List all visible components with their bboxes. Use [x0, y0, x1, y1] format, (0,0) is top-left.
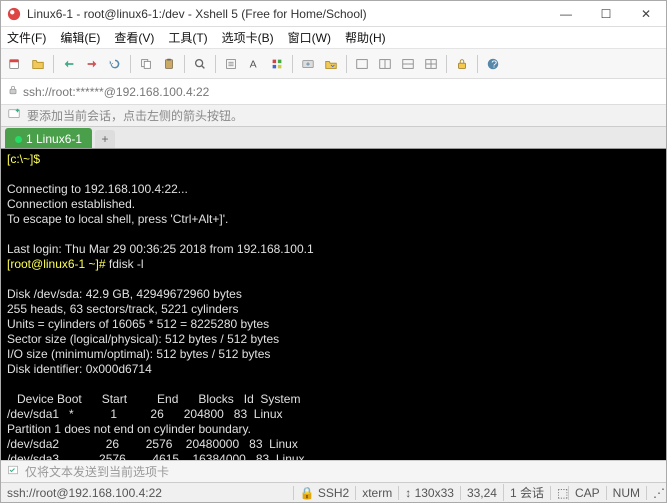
- paste-icon[interactable]: [159, 54, 179, 74]
- status-bar: ssh://root@192.168.100.4:22 🔒 SSH2 xterm…: [1, 482, 666, 502]
- new-tab-button[interactable]: +: [95, 130, 115, 148]
- new-session-icon[interactable]: [5, 54, 25, 74]
- view4-icon[interactable]: [421, 54, 441, 74]
- lock-icon[interactable]: [452, 54, 472, 74]
- transfer-icon[interactable]: [298, 54, 318, 74]
- status-pos: 33,24: [460, 486, 503, 500]
- copy-icon[interactable]: [136, 54, 156, 74]
- tab-linux6-1[interactable]: 1 Linux6-1: [5, 128, 92, 148]
- properties-icon[interactable]: [221, 54, 241, 74]
- menu-edit[interactable]: 编辑(E): [60, 29, 100, 46]
- toolbar-divider: [184, 55, 185, 73]
- connect-icon[interactable]: [59, 54, 79, 74]
- window-title: Linux6-1 - root@linux6-1:/dev - Xshell 5…: [27, 7, 552, 21]
- status-cap: CAP: [568, 486, 606, 500]
- status-dot-icon: [15, 136, 22, 143]
- status-size: ↕ 130x33: [398, 486, 460, 500]
- title-bar: Linux6-1 - root@linux6-1:/dev - Xshell 5…: [1, 1, 666, 27]
- status-scroll: ⬚: [550, 486, 568, 500]
- toolbar: A ?: [1, 49, 666, 79]
- minimize-button[interactable]: —: [552, 7, 580, 21]
- sftp-icon[interactable]: [321, 54, 341, 74]
- menu-bar: 文件(F) 编辑(E) 查看(V) 工具(T) 选项卡(B) 窗口(W) 帮助(…: [1, 27, 666, 49]
- hint-text: 要添加当前会话，点击左侧的箭头按钮。: [27, 107, 243, 124]
- toolbar-divider: [477, 55, 478, 73]
- search-icon[interactable]: [190, 54, 210, 74]
- app-icon: [7, 7, 21, 21]
- status-term: xterm: [355, 486, 398, 500]
- toolbar-divider: [346, 55, 347, 73]
- send-bar-text: 仅将文本发送到当前选项卡: [25, 463, 169, 480]
- status-ssh: 🔒 SSH2: [293, 486, 356, 500]
- maximize-button[interactable]: ☐: [592, 7, 620, 21]
- add-session-icon[interactable]: [7, 107, 21, 124]
- address-text: ssh://root:******@192.168.100.4:22: [23, 85, 209, 99]
- open-icon[interactable]: [28, 54, 48, 74]
- toolbar-divider: [53, 55, 54, 73]
- color-icon[interactable]: [267, 54, 287, 74]
- disconnect-icon[interactable]: [82, 54, 102, 74]
- toolbar-divider: [215, 55, 216, 73]
- view2-icon[interactable]: [375, 54, 395, 74]
- toolbar-divider: [446, 55, 447, 73]
- menu-view[interactable]: 查看(V): [114, 29, 154, 46]
- lock-icon: [7, 84, 19, 99]
- terminal[interactable]: [c:\~]$ Connecting to 192.168.100.4:22..…: [1, 149, 666, 460]
- font-icon[interactable]: A: [244, 54, 264, 74]
- menu-tabs[interactable]: 选项卡(B): [222, 29, 274, 46]
- status-sessions: 1 会话: [503, 484, 550, 501]
- menu-window[interactable]: 窗口(W): [288, 29, 331, 46]
- status-connection: ssh://root@192.168.100.4:22: [7, 486, 162, 500]
- status-num: NUM: [606, 486, 646, 500]
- toolbar-divider: [292, 55, 293, 73]
- svg-text:?: ?: [491, 58, 497, 70]
- view3-icon[interactable]: [398, 54, 418, 74]
- menu-tools[interactable]: 工具(T): [168, 29, 207, 46]
- view1-icon[interactable]: [352, 54, 372, 74]
- tab-label: 1 Linux6-1: [26, 132, 82, 146]
- address-bar[interactable]: ssh://root:******@192.168.100.4:22: [1, 79, 666, 105]
- window-controls: — ☐ ✕: [552, 7, 660, 21]
- svg-text:A: A: [250, 58, 257, 70]
- hint-bar: 要添加当前会话，点击左侧的箭头按钮。: [1, 105, 666, 127]
- status-resize-grip[interactable]: ⋰: [646, 486, 660, 500]
- send-target-icon: [7, 464, 19, 479]
- menu-help[interactable]: 帮助(H): [345, 29, 386, 46]
- send-bar[interactable]: 仅将文本发送到当前选项卡: [1, 460, 666, 482]
- help-icon[interactable]: ?: [483, 54, 503, 74]
- reconnect-icon[interactable]: [105, 54, 125, 74]
- close-button[interactable]: ✕: [632, 7, 660, 21]
- menu-file[interactable]: 文件(F): [7, 29, 46, 46]
- session-tabs: 1 Linux6-1 +: [1, 127, 666, 149]
- toolbar-divider: [130, 55, 131, 73]
